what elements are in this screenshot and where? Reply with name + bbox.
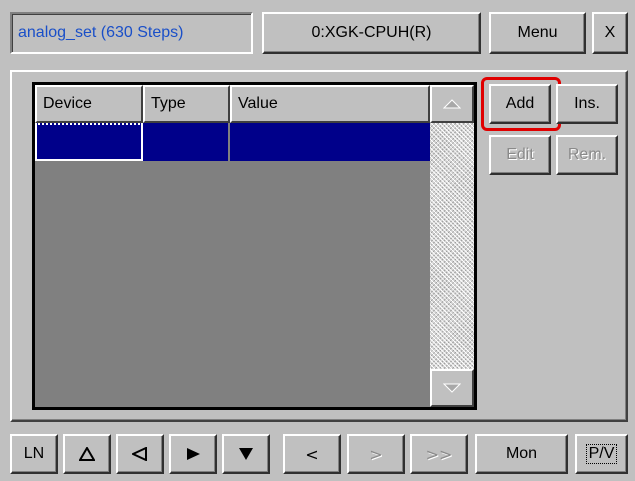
step-up-button[interactable] — [63, 434, 111, 474]
cpu-selector-button[interactable]: 0:XGK-CPUH(R) — [262, 12, 481, 54]
scroll-up-arrow-icon — [443, 99, 461, 109]
column-header-device[interactable]: Device — [35, 85, 143, 123]
cpu-label: 0:XGK-CPUH(R) — [311, 24, 432, 41]
next-label: > — [369, 444, 383, 464]
column-header-value[interactable]: Value — [230, 85, 430, 123]
up-triangle-icon — [79, 447, 95, 461]
prev-button[interactable]: < — [283, 434, 341, 474]
column-header-label: Type — [151, 95, 186, 112]
step-left-button[interactable] — [116, 434, 164, 474]
scroll-up-button[interactable] — [430, 85, 474, 123]
insert-button[interactable]: Ins. — [556, 84, 618, 124]
remove-label: Rem. — [567, 146, 607, 163]
right-triangle-icon — [187, 448, 200, 460]
step-right-button[interactable] — [169, 434, 217, 474]
scroll-down-arrow-icon — [443, 383, 461, 393]
add-label: Add — [505, 95, 535, 112]
pv-label: P/V — [585, 444, 618, 464]
device-table: Device Type Value — [32, 82, 477, 410]
monitor-panel: Device Type Value Add Ins. Edit Rem. — [10, 70, 628, 422]
cell-device[interactable] — [35, 123, 143, 161]
close-button[interactable]: X — [592, 12, 628, 54]
cell-value[interactable] — [230, 123, 430, 161]
monitor-button[interactable]: Mon — [475, 434, 568, 474]
cell-type[interactable] — [143, 123, 230, 161]
edit-label: Edit — [506, 146, 534, 163]
ln-label: LN — [23, 445, 45, 462]
step-down-button[interactable] — [222, 434, 270, 474]
vertical-scrollbar[interactable] — [430, 85, 474, 407]
menu-button[interactable]: Menu — [489, 12, 586, 54]
insert-label: Ins. — [574, 95, 600, 112]
down-triangle-icon — [239, 448, 253, 460]
menu-label: Menu — [517, 24, 558, 41]
table-row[interactable] — [35, 123, 430, 161]
column-header-label: Device — [43, 95, 92, 112]
monitor-label: Mon — [505, 445, 538, 462]
prev-label: < — [305, 444, 319, 464]
edit-button[interactable]: Edit — [489, 135, 551, 175]
remove-button[interactable]: Rem. — [556, 135, 618, 175]
add-button[interactable]: Add — [489, 84, 551, 124]
column-header-type[interactable]: Type — [143, 85, 230, 123]
column-header-label: Value — [238, 95, 278, 112]
left-triangle-icon — [132, 447, 147, 461]
table-header: Device Type Value — [35, 85, 430, 123]
fast-forward-button[interactable]: >> — [410, 434, 468, 474]
ln-button[interactable]: LN — [10, 434, 58, 474]
pv-button[interactable]: P/V — [575, 434, 628, 474]
close-label: X — [604, 24, 616, 41]
scroll-down-button[interactable] — [430, 369, 474, 407]
fast-forward-label: >> — [425, 444, 453, 464]
program-title-box[interactable]: analog_set (630 Steps) — [10, 12, 253, 54]
program-title: analog_set (630 Steps) — [18, 24, 184, 41]
next-button[interactable]: > — [347, 434, 405, 474]
